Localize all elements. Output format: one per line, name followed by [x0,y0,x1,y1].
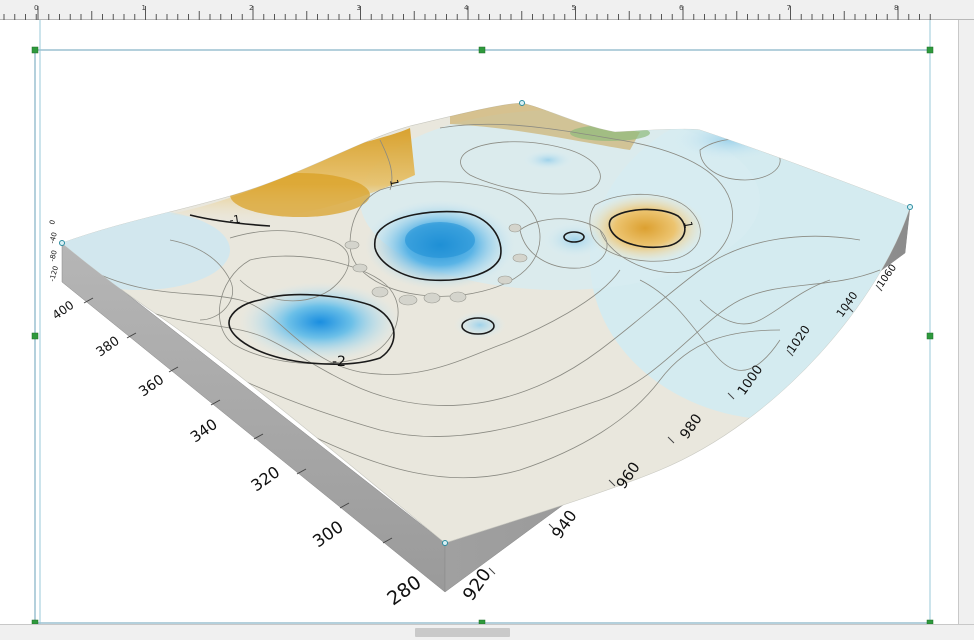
ruler-label: 5 [572,4,576,12]
left-axis-tick-280: 280 [383,571,425,610]
z-axis-tick-0: 0 [48,219,57,225]
ruler-label: 3 [357,4,361,12]
ruler-label: 4 [464,4,469,12]
ruler-label: 8 [894,4,898,12]
contour-label-minus2: -2 [332,354,346,370]
handle-middle-right[interactable] [926,332,934,340]
z-axis-tick-40: -40 [48,231,59,244]
horizontal-ruler[interactable]: 0 1 2 3 4 5 6 7 8 [0,0,974,20]
contour-label-minus1: -1 [229,213,242,227]
ruler-label: 1 [142,4,146,12]
left-axis-tick-320: 320 [247,462,283,495]
left-axis-tick-360: 360 [136,372,167,400]
horizontal-scrollbar[interactable] [0,624,974,640]
left-axis-tick-300: 300 [309,517,347,552]
horizontal-scrollbar-thumb[interactable] [415,628,510,637]
handle-top-center[interactable] [478,46,486,54]
ruler-ticks: 0 1 2 3 4 5 6 7 8 [3,4,931,20]
vertical-scrollbar[interactable] [958,20,974,624]
left-axis-tick-340: 340 [187,415,221,446]
left-axis-tick-400: 400 [50,298,77,323]
ruler-label: 2 [249,4,253,12]
handle-middle-left[interactable] [31,332,39,340]
handle-top-left[interactable] [31,46,39,54]
ruler-label: 0 [34,4,38,12]
handle-top-right[interactable] [926,46,934,54]
left-axis-tick-380: 380 [94,334,123,361]
z-axis-tick-80: -80 [48,249,59,262]
map-canvas[interactable]: -2 -1 1 1 280 300 320 340 360 380 400 92… [0,20,958,624]
ruler-label: 7 [787,4,791,12]
z-axis: 0 -40 -80 -120 [48,219,60,282]
ruler-label: 6 [679,4,684,12]
surface-plot[interactable]: -2 -1 1 1 280 300 320 340 360 380 400 92… [0,20,958,624]
z-axis-tick-120: -120 [48,265,60,282]
